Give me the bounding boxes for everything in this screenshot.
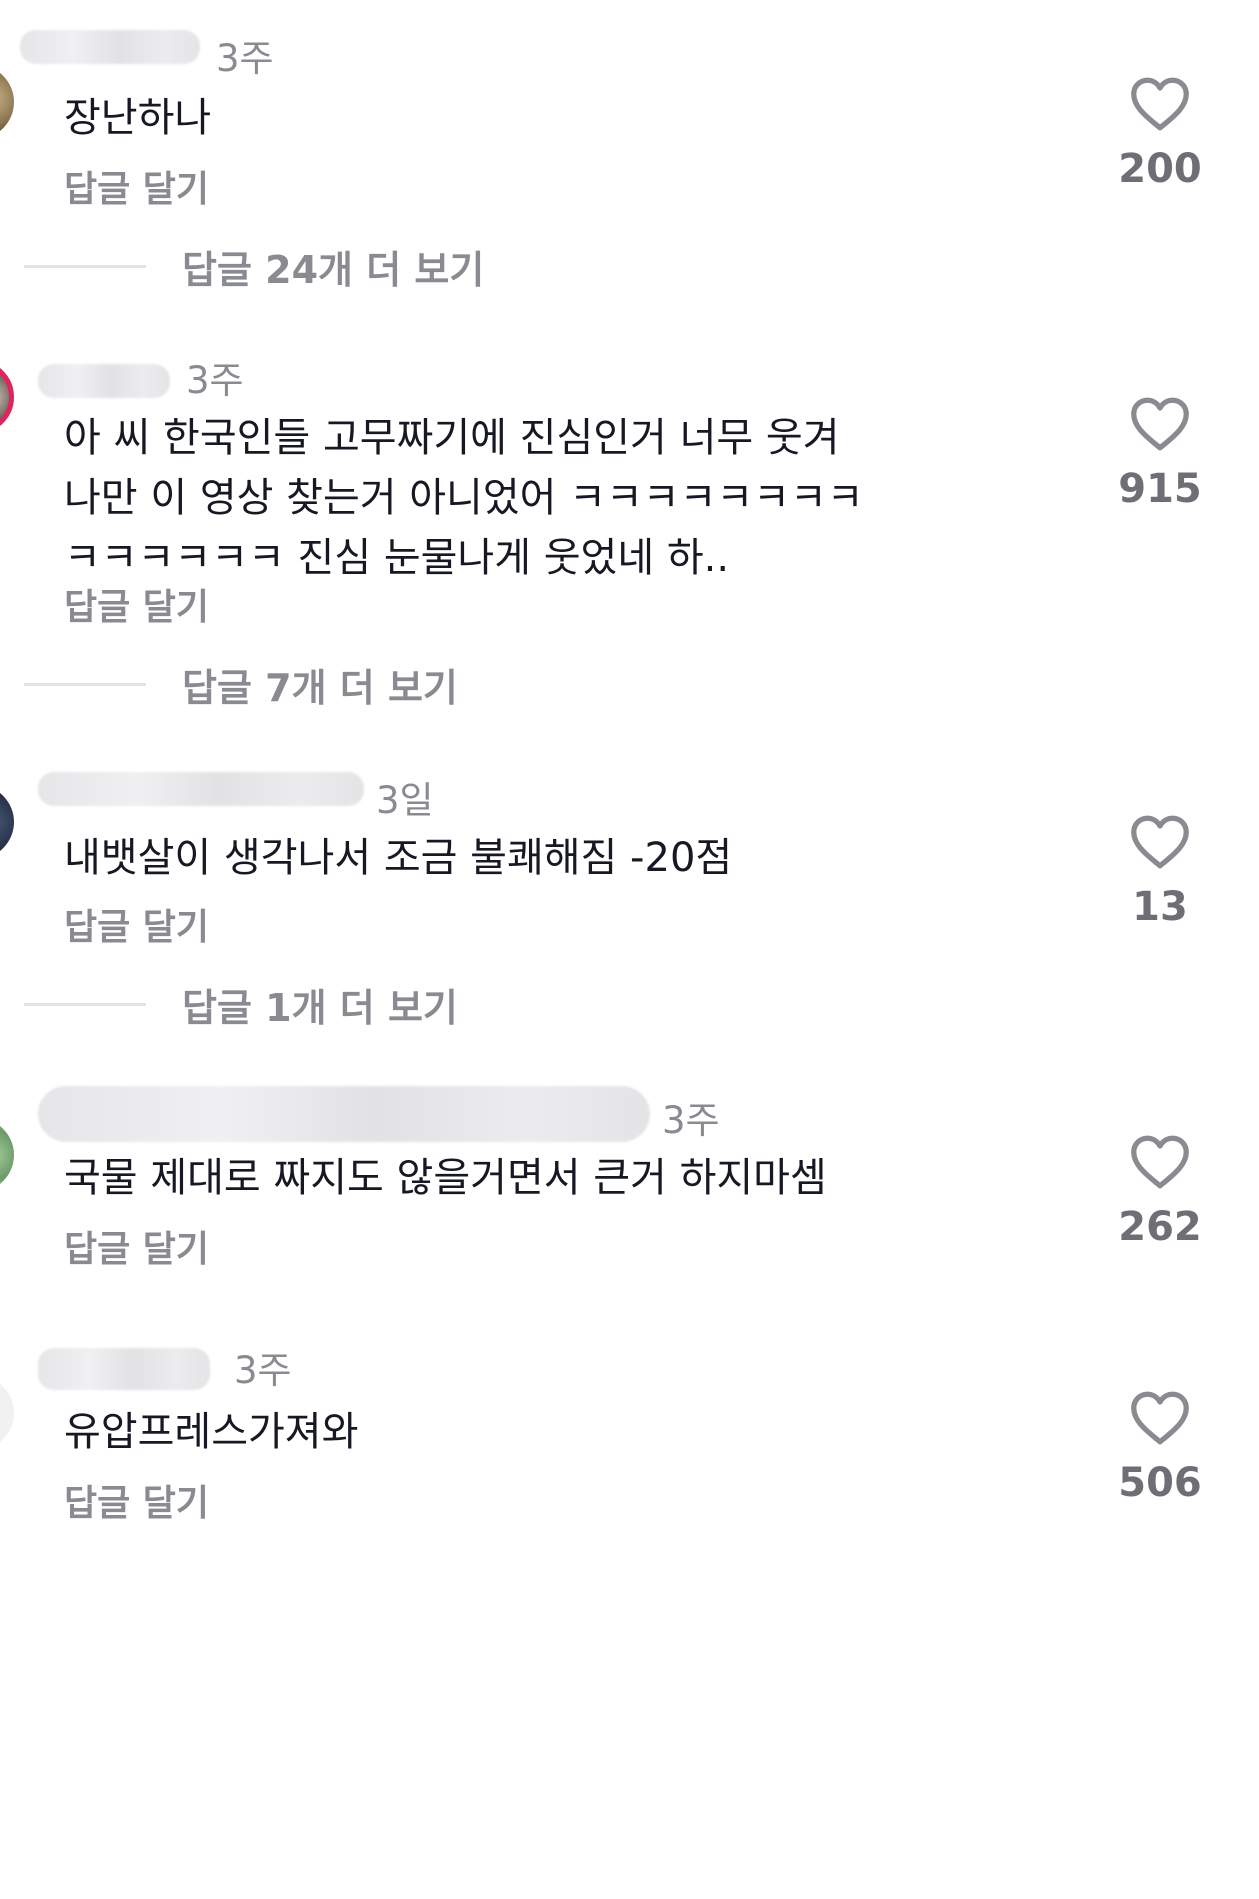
divider-line (24, 1002, 146, 1006)
avatar[interactable] (0, 1118, 14, 1192)
comment-text: 아 씨 한국인들 고무짜기에 진심인거 너무 웃겨 나만 이 영상 찾는거 아니… (64, 415, 864, 581)
comment-time: 3주 (216, 37, 274, 80)
like-button[interactable]: 506 (1100, 1390, 1220, 1506)
view-more-label: 답글 7개 더 보기 (182, 665, 458, 710)
comment-text: 국물 제대로 짜지도 않을거면서 큰거 하지마셈 (64, 1155, 827, 1201)
reply-button[interactable]: 답글 달기 (64, 160, 209, 212)
like-count: 200 (1118, 146, 1202, 192)
view-more-replies[interactable]: 답글 7개 더 보기 (24, 662, 458, 710)
comment-item: 3일 내뱃살이 생각나서 조금 불쾌해짐 -20점 답글 달기 13 (0, 760, 1259, 960)
reply-button[interactable]: 답글 달기 (64, 578, 209, 630)
like-count: 13 (1132, 884, 1188, 930)
username-redacted[interactable] (38, 772, 364, 806)
comment-text: 장난하나 (64, 95, 212, 141)
heart-outline-icon (1131, 77, 1189, 131)
avatar[interactable] (0, 360, 14, 434)
like-count: 915 (1118, 466, 1202, 512)
comment-time: 3일 (376, 779, 434, 822)
view-more-label: 답글 1개 더 보기 (182, 985, 458, 1030)
heart-outline-icon (1131, 815, 1189, 869)
comment-time: 3주 (662, 1099, 720, 1142)
view-more-label: 답글 24개 더 보기 (182, 247, 485, 292)
comment-item: 3주 아 씨 한국인들 고무짜기에 진심인거 너무 웃겨 나만 이 영상 찾는거… (0, 340, 1259, 640)
like-button[interactable]: 200 (1100, 76, 1220, 192)
like-button[interactable]: 915 (1100, 396, 1220, 512)
reply-button[interactable]: 답글 달기 (64, 898, 209, 950)
like-count: 506 (1118, 1460, 1202, 1506)
avatar[interactable] (0, 65, 14, 139)
like-button[interactable]: 13 (1100, 814, 1220, 930)
view-more-replies[interactable]: 답글 24개 더 보기 (24, 244, 484, 292)
avatar[interactable] (0, 785, 14, 859)
comment-item: 3주 장난하나 답글 달기 200 (0, 0, 1259, 220)
like-count: 262 (1118, 1204, 1202, 1250)
heart-outline-icon (1131, 1135, 1189, 1189)
divider-line (24, 264, 146, 268)
heart-outline-icon (1131, 1391, 1189, 1445)
comment-time: 3주 (186, 359, 244, 402)
reply-button[interactable]: 답글 달기 (64, 1474, 209, 1526)
reply-button[interactable]: 답글 달기 (64, 1220, 209, 1272)
username-redacted[interactable] (38, 1086, 650, 1142)
comment-time: 3주 (234, 1349, 292, 1392)
comment-text: 내뱃살이 생각나서 조금 불쾌해짐 -20점 (64, 835, 733, 881)
like-button[interactable]: 262 (1100, 1134, 1220, 1250)
comment-item: 3주 유압프레스가져와 답글 달기 506 (0, 1336, 1259, 1556)
username-redacted[interactable] (38, 364, 170, 398)
heart-outline-icon (1131, 397, 1189, 451)
view-more-replies[interactable]: 답글 1개 더 보기 (24, 982, 458, 1030)
avatar[interactable] (0, 1376, 14, 1450)
comment-text: 유압프레스가져와 (64, 1409, 359, 1455)
username-redacted[interactable] (20, 30, 200, 64)
comment-item: 3주 국물 제대로 짜지도 않을거면서 큰거 하지마셈 답글 달기 262 (0, 1080, 1259, 1280)
username-redacted[interactable] (38, 1348, 210, 1390)
divider-line (24, 682, 146, 686)
